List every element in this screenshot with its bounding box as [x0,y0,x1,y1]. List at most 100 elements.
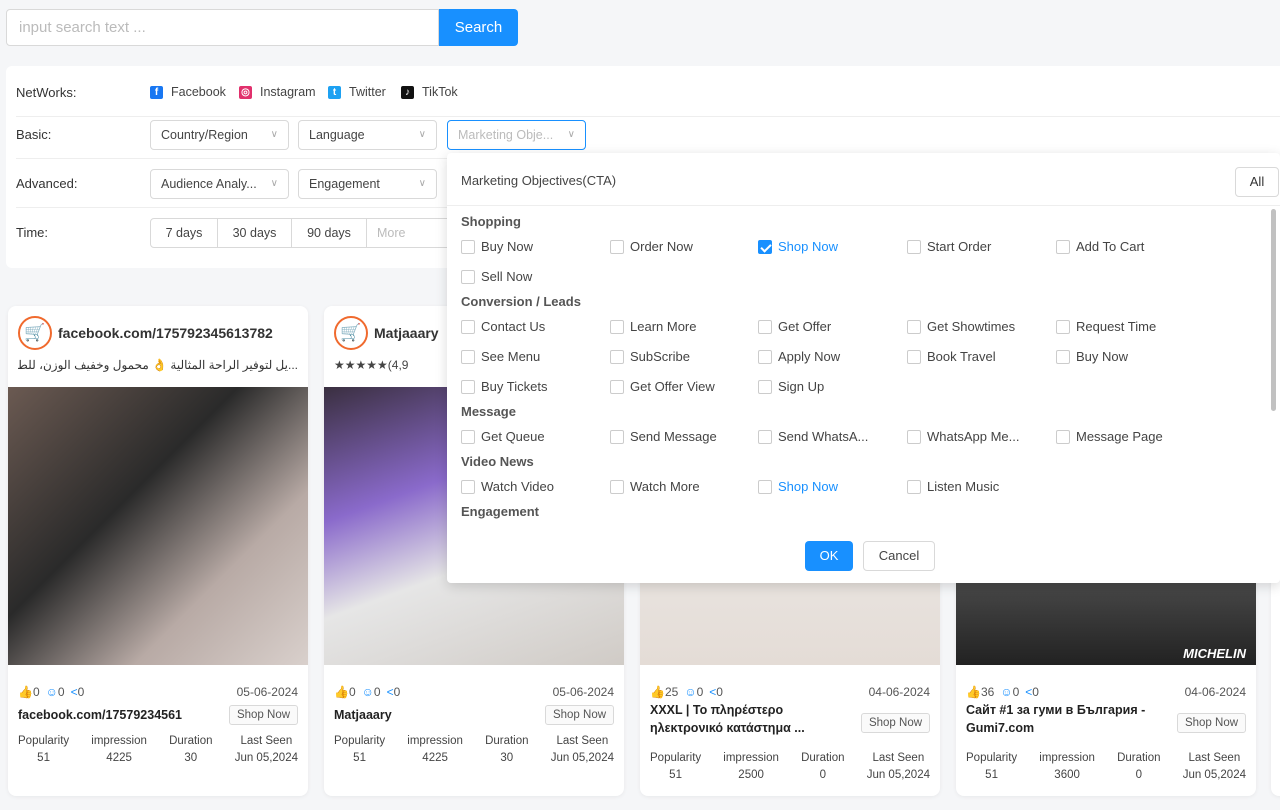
option-watch-more[interactable]: Watch More [610,479,700,494]
language-select[interactable]: Language ∨ [298,120,437,150]
checkbox[interactable] [610,479,624,494]
search-button[interactable]: Search [439,9,518,46]
checkbox[interactable] [907,429,921,444]
option-buy-now[interactable]: Buy Now [461,239,533,254]
time-more-select[interactable]: More [366,218,451,248]
checkbox[interactable] [461,239,475,254]
metric-value: Jun 05,2024 [1182,769,1246,781]
metric-last_seen: Last Seen Jun 05,2024 [867,750,930,784]
checkbox[interactable] [610,379,624,394]
facebook-icon: f [150,85,163,99]
option-watch-video[interactable]: Watch Video [461,479,554,494]
scrollbar[interactable] [1271,209,1276,411]
checkbox[interactable] [907,319,921,334]
shop-now-button[interactable]: Shop Now [1177,713,1246,733]
option-whatsapp-me-[interactable]: WhatsApp Me... [907,429,1019,444]
checkbox[interactable] [758,239,772,254]
cancel-button[interactable]: Cancel [863,541,935,571]
option-shop-now[interactable]: Shop Now [758,239,838,254]
checkbox[interactable] [1056,239,1070,254]
checkbox[interactable] [758,479,772,494]
advertiser[interactable]: 🛒 facebook.com/175792345613782 [18,316,273,350]
network-tiktok[interactable]: ♪ TikTok [401,85,458,99]
metrics: Popularity 51 impression 4225 Duration 30 Last… [18,733,298,767]
option-start-order[interactable]: Start Order [907,239,991,254]
checkbox[interactable] [610,429,624,444]
option-send-whatsa-[interactable]: Send WhatsA... [758,429,868,444]
option-subscribe[interactable]: SubScribe [610,349,690,364]
option-order-now[interactable]: Order Now [610,239,693,254]
shop-now-button[interactable]: Shop Now [545,705,614,725]
option-buy-now[interactable]: Buy Now [1056,349,1128,364]
checkbox[interactable] [1056,319,1070,334]
option-add-to-cart[interactable]: Add To Cart [1056,239,1144,254]
option-book-travel[interactable]: Book Travel [907,349,996,364]
option-label: Shop Now [778,239,838,254]
option-message-page[interactable]: Message Page [1056,429,1163,444]
marketing-objectives-select[interactable]: Marketing Obje... ∨ [447,120,586,150]
checkbox[interactable] [758,349,772,364]
checkbox[interactable] [907,349,921,364]
time-7-days[interactable]: 7 days [150,218,218,248]
time-90-days[interactable]: 90 days [291,218,367,248]
ok-button[interactable]: OK [805,541,853,571]
network-facebook[interactable]: f Facebook [150,85,226,99]
all-button[interactable]: All [1235,167,1279,197]
option-get-offer-view[interactable]: Get Offer View [610,379,715,394]
option-sign-up[interactable]: Sign Up [758,379,824,394]
checkbox[interactable] [461,479,475,494]
instagram-icon: ◎ [239,85,252,99]
option-get-showtimes[interactable]: Get Showtimes [907,319,1015,334]
metric-label: Popularity [966,752,1018,764]
checkbox[interactable] [907,479,921,494]
option-sell-now[interactable]: Sell Now [461,269,532,284]
search-input[interactable]: input search text ... [6,9,439,46]
checkbox[interactable] [1056,349,1070,364]
group-heading: Engagement [461,504,540,519]
ad-image[interactable] [8,387,308,665]
option-request-time[interactable]: Request Time [1056,319,1156,334]
select-value: Engagement [309,177,380,191]
metric-value: 51 [985,769,998,781]
option-buy-tickets[interactable]: Buy Tickets [461,379,547,394]
ad-card[interactable]: 🛒 facebook.com/175792345613782 ...يل لتوفي… [8,306,308,796]
option-get-offer[interactable]: Get Offer [758,319,831,334]
option-see-menu[interactable]: See Menu [461,349,540,364]
checkbox[interactable] [758,379,772,394]
engagement-select[interactable]: Engagement ∨ [298,169,437,199]
twitter-icon: t [328,85,341,99]
option-send-message[interactable]: Send Message [610,429,717,444]
option-contact-us[interactable]: Contact Us [461,319,545,334]
time-30-days[interactable]: 30 days [217,218,292,248]
checkbox[interactable] [461,319,475,334]
checkbox[interactable] [610,239,624,254]
metric-value: 4225 [106,752,132,764]
option-learn-more[interactable]: Learn More [610,319,696,334]
chevron-down-icon: ∨ [270,178,278,189]
checkbox[interactable] [610,319,624,334]
metric-duration: Duration 0 [801,750,844,784]
checkbox[interactable] [461,269,475,284]
country-region-select[interactable]: Country/Region ∨ [150,120,289,150]
metric-value: 51 [353,752,366,764]
audience-analysis-select[interactable]: Audience Analy... ∨ [150,169,289,199]
network-instagram[interactable]: ◎ Instagram [239,85,316,99]
checkbox[interactable] [461,379,475,394]
checkbox[interactable] [1056,429,1070,444]
checkbox[interactable] [610,349,624,364]
group-heading: Conversion / Leads [461,294,581,309]
shop-now-button[interactable]: Shop Now [229,705,298,725]
checkbox[interactable] [907,239,921,254]
metric-label: impression [723,752,779,764]
advertiser[interactable]: 🛒 Matjaaary [334,316,439,350]
checkbox[interactable] [758,319,772,334]
option-get-queue[interactable]: Get Queue [461,429,545,444]
checkbox[interactable] [461,349,475,364]
option-listen-music[interactable]: Listen Music [907,479,999,494]
option-apply-now[interactable]: Apply Now [758,349,840,364]
checkbox[interactable] [758,429,772,444]
shop-now-button[interactable]: Shop Now [861,713,930,733]
network-twitter[interactable]: t Twitter [328,85,386,99]
checkbox[interactable] [461,429,475,444]
option-shop-now[interactable]: Shop Now [758,479,838,494]
